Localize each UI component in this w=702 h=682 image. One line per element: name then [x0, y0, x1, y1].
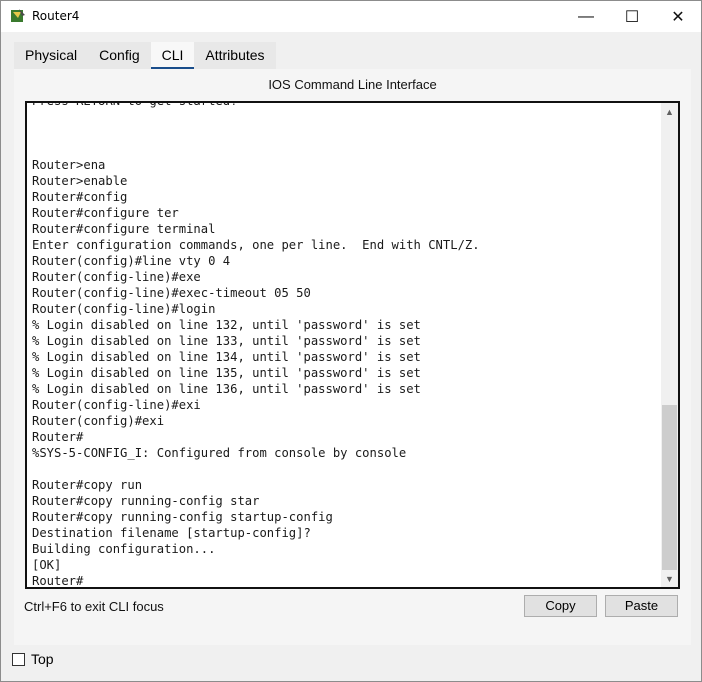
terminal-line: Router#: [32, 430, 84, 444]
tab-physical[interactable]: Physical: [14, 42, 89, 69]
top-checkbox-label: Top: [31, 651, 54, 667]
cli-terminal[interactable]: Press RETURN to get started! Router>ena Ro…: [25, 101, 680, 589]
scroll-up-button[interactable]: ▲: [661, 103, 678, 120]
terminal-line: % Login disabled on line 135, until 'pas…: [32, 366, 421, 380]
terminal-line: Router#: [32, 574, 84, 588]
terminal-line: % Login disabled on line 136, until 'pas…: [32, 382, 421, 396]
tab-cli[interactable]: CLI: [150, 42, 195, 69]
terminal-line: % Login disabled on line 134, until 'pas…: [32, 350, 421, 364]
maximize-icon: ☐: [624, 8, 640, 26]
minimize-button[interactable]: —: [563, 1, 609, 32]
terminal-line: % Login disabled on line 132, until 'pas…: [32, 318, 421, 332]
minimize-icon: —: [578, 7, 594, 25]
terminal-line: Destination filename [startup-config]?: [32, 526, 311, 540]
window-title: Router4: [32, 9, 80, 23]
terminal-line: Enter configuration commands, one per li…: [32, 238, 480, 252]
terminal-line: Router#configure terminal: [32, 222, 216, 236]
copy-button[interactable]: Copy: [524, 595, 597, 617]
terminal-line: Router#configure ter: [32, 206, 179, 220]
terminal-line: Router(config-line)#exe: [32, 270, 201, 284]
title-bar: Router4 — ☐ ✕: [1, 1, 701, 32]
terminal-line: Router(config)#exi: [32, 414, 165, 428]
terminal-line: Router(config)#line vty 0 4: [32, 254, 231, 268]
chevron-up-icon: ▲: [665, 106, 674, 117]
terminal-line: Router(config-line)#login: [32, 302, 216, 316]
paste-button[interactable]: Paste: [605, 595, 678, 617]
terminal-line: Router>ena: [32, 158, 106, 172]
maximize-button[interactable]: ☐: [609, 1, 655, 32]
tab-cli-label: CLI: [161, 47, 184, 63]
cli-panel: IOS Command Line Interface Press RETURN …: [14, 69, 691, 645]
terminal-line: Router(config-line)#exec-timeout 05 50: [32, 286, 311, 300]
scrollbar-thumb[interactable]: [662, 405, 677, 570]
terminal-line: Router#copy run: [32, 478, 143, 492]
close-button[interactable]: ✕: [655, 1, 701, 32]
top-checkbox[interactable]: [12, 653, 25, 666]
scroll-down-button[interactable]: ▼: [661, 570, 678, 587]
terminal-output: Press RETURN to get started! Router>ena Ro…: [32, 101, 660, 588]
terminal-line: Router>enable: [32, 174, 128, 188]
terminal-line: Building configuration...: [32, 542, 216, 556]
close-icon: ✕: [671, 8, 685, 26]
tab-bar: Physical Config CLI Attributes: [14, 42, 276, 69]
panel-title: IOS Command Line Interface: [268, 77, 437, 92]
chevron-down-icon: ▼: [665, 573, 674, 584]
router4-window: Router4 — ☐ ✕ Physical Config CLI Attrib…: [0, 0, 702, 682]
tab-config[interactable]: Config: [88, 42, 151, 69]
terminal-line: [OK]: [32, 558, 62, 572]
terminal-line: Press RETURN to get started!: [32, 101, 238, 108]
terminal-line: Router#config: [32, 190, 128, 204]
packet-tracer-router-icon: [11, 9, 25, 22]
terminal-scrollbar[interactable]: ▲ ▼: [661, 103, 678, 587]
terminal-line: % Login disabled on line 133, until 'pas…: [32, 334, 421, 348]
terminal-line: Router#copy running-config startup-confi…: [32, 510, 333, 524]
terminal-line: Router(config-line)#exi: [32, 398, 201, 412]
terminal-line: %SYS-5-CONFIG_I: Configured from console…: [32, 446, 407, 460]
tab-attributes[interactable]: Attributes: [194, 42, 276, 69]
terminal-line: Router#copy running-config star: [32, 494, 260, 508]
cli-focus-hint: Ctrl+F6 to exit CLI focus: [24, 599, 164, 614]
